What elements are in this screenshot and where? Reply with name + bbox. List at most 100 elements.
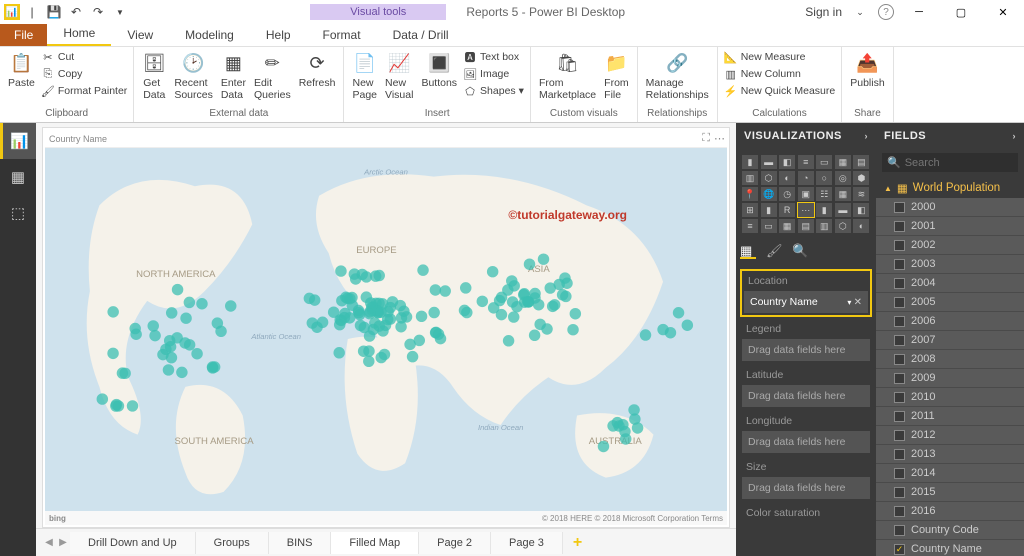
minimize-button[interactable]: ─ (902, 1, 936, 23)
field-row[interactable]: 2003 (876, 255, 1024, 274)
viz-thumb[interactable]: ▥ (816, 219, 832, 233)
field-checkbox[interactable] (894, 525, 905, 536)
fields-pane-header[interactable]: FIELDS › (876, 123, 1024, 149)
field-row[interactable]: 2009 (876, 369, 1024, 388)
field-checkbox[interactable] (894, 278, 905, 289)
add-page-button[interactable]: + (563, 530, 592, 556)
model-view-icon[interactable]: ⬚ (0, 195, 36, 231)
format-tab-icon[interactable]: 🖌 (766, 243, 782, 259)
field-checkbox[interactable] (894, 430, 905, 441)
field-row[interactable]: Country Name (876, 540, 1024, 556)
redo-icon[interactable]: ↷ (88, 2, 108, 22)
page-tab[interactable]: Groups (196, 532, 269, 554)
format-painter-button[interactable]: 🖌Format Painter (39, 83, 129, 99)
tab-format[interactable]: Format (307, 24, 377, 46)
map-body[interactable]: ©tutorialgateway.org NORTH AMERICA SOUTH… (45, 148, 727, 511)
tab-home[interactable]: Home (47, 22, 111, 46)
text-box-button[interactable]: 🅰Text box (461, 49, 526, 65)
legend-drop[interactable]: Drag data fields here (742, 339, 870, 361)
viz-thumb[interactable]: ▭ (816, 155, 832, 169)
viz-thumb[interactable]: ▦ (779, 219, 795, 233)
expand-icon[interactable]: ▲ (884, 184, 892, 193)
location-field[interactable]: Country Name ▾ ✕ (744, 291, 868, 313)
viz-thumb[interactable]: ◧ (779, 155, 795, 169)
sign-in-link[interactable]: Sign in (805, 5, 842, 19)
chevron-right-icon[interactable]: › (865, 131, 869, 141)
size-drop[interactable]: Drag data fields here (742, 477, 870, 499)
buttons-button[interactable]: 🔳Buttons (417, 49, 461, 91)
report-canvas[interactable]: Country Name ⛶ ⋯ ©tutorialgateway.org (42, 127, 730, 528)
viz-thumb[interactable]: ▤ (798, 219, 814, 233)
viz-thumb[interactable]: ⬢ (853, 171, 869, 185)
focus-mode-icon[interactable]: ⛶ (702, 132, 710, 145)
field-checkbox[interactable] (894, 544, 905, 555)
viz-thumb[interactable]: ⊞ (742, 203, 758, 217)
viz-thumb[interactable]: ◔ (798, 171, 814, 185)
edit-queries-button[interactable]: ✏Edit Queries (250, 49, 295, 103)
viz-thumb[interactable]: ◐ (853, 219, 869, 233)
viz-thumb[interactable]: ◎ (835, 171, 851, 185)
from-marketplace-button[interactable]: 🛍From Marketplace (535, 49, 600, 103)
viz-thumb[interactable]: ▦ (835, 155, 851, 169)
location-well[interactable]: Location Country Name ▾ ✕ (742, 271, 870, 315)
viz-thumb[interactable]: ⬡ (835, 219, 851, 233)
size-well[interactable]: Size Drag data fields here (742, 459, 870, 499)
viz-thumb[interactable]: ◧ (853, 203, 869, 217)
field-row[interactable]: 2006 (876, 312, 1024, 331)
copy-button[interactable]: ⎘Copy (39, 66, 129, 82)
enter-data-button[interactable]: ▦Enter Data (217, 49, 250, 103)
field-row[interactable]: 2014 (876, 464, 1024, 483)
publish-button[interactable]: 📤Publish (846, 49, 888, 91)
field-checkbox[interactable] (894, 373, 905, 384)
viz-thumb[interactable]: ○ (816, 171, 832, 185)
manage-relationships-button[interactable]: 🔗Manage Relationships (642, 49, 713, 103)
chevron-right-icon[interactable]: › (1013, 131, 1017, 141)
field-checkbox[interactable] (894, 259, 905, 270)
field-checkbox[interactable] (894, 487, 905, 498)
page-tab[interactable]: Drill Down and Up (70, 532, 196, 554)
longitude-well[interactable]: Longitude Drag data fields here (742, 413, 870, 453)
latitude-drop[interactable]: Drag data fields here (742, 385, 870, 407)
field-row[interactable]: 2013 (876, 445, 1024, 464)
page-nav-prev[interactable]: ◀ (42, 537, 56, 548)
image-button[interactable]: 🖼Image (461, 66, 526, 82)
viz-thumb[interactable]: 🌐 (761, 187, 777, 201)
field-row[interactable]: 2010 (876, 388, 1024, 407)
field-checkbox[interactable] (894, 449, 905, 460)
viz-thumb[interactable]: ⬡ (761, 171, 777, 185)
viz-thumb[interactable]: ☷ (816, 187, 832, 201)
shapes-button[interactable]: ⬠Shapes ▾ (461, 83, 526, 99)
field-row[interactable]: 2016 (876, 502, 1024, 521)
maximize-button[interactable]: ▢ (944, 1, 978, 23)
field-row[interactable]: 2004 (876, 274, 1024, 293)
page-tab[interactable]: Filled Map (331, 532, 419, 554)
viz-pane-header[interactable]: VISUALIZATIONS › (736, 123, 876, 149)
help-icon[interactable]: ? (878, 4, 894, 20)
field-row[interactable]: 2001 (876, 217, 1024, 236)
field-checkbox[interactable] (894, 354, 905, 365)
viz-thumb[interactable]: 📍 (742, 187, 758, 201)
field-checkbox[interactable] (894, 202, 905, 213)
color-saturation-well[interactable]: Color saturation (742, 505, 870, 521)
field-checkbox[interactable] (894, 297, 905, 308)
from-file-button[interactable]: 📁From File (600, 49, 633, 103)
page-nav-next[interactable]: ▶ (56, 537, 70, 548)
viz-thumb[interactable]: ⋯ (798, 203, 814, 217)
field-checkbox[interactable] (894, 506, 905, 517)
field-row[interactable]: 2002 (876, 236, 1024, 255)
page-tab[interactable]: BINS (269, 532, 332, 554)
viz-thumb[interactable]: ▦ (835, 187, 851, 201)
tab-data-drill[interactable]: Data / Drill (377, 24, 465, 46)
report-view-icon[interactable]: 📊 (0, 123, 36, 159)
field-row[interactable]: 2007 (876, 331, 1024, 350)
field-row[interactable]: 2005 (876, 293, 1024, 312)
field-checkbox[interactable] (894, 468, 905, 479)
quick-measure-button[interactable]: ⚡New Quick Measure (722, 83, 838, 99)
viz-thumb[interactable]: ≋ (853, 187, 869, 201)
tab-modeling[interactable]: Modeling (169, 24, 250, 46)
field-row[interactable]: 2015 (876, 483, 1024, 502)
viz-thumb[interactable]: ≡ (798, 155, 814, 169)
field-dropdown[interactable]: ▾ ✕ (847, 297, 862, 308)
viz-thumb[interactable]: ▭ (761, 219, 777, 233)
field-checkbox[interactable] (894, 240, 905, 251)
